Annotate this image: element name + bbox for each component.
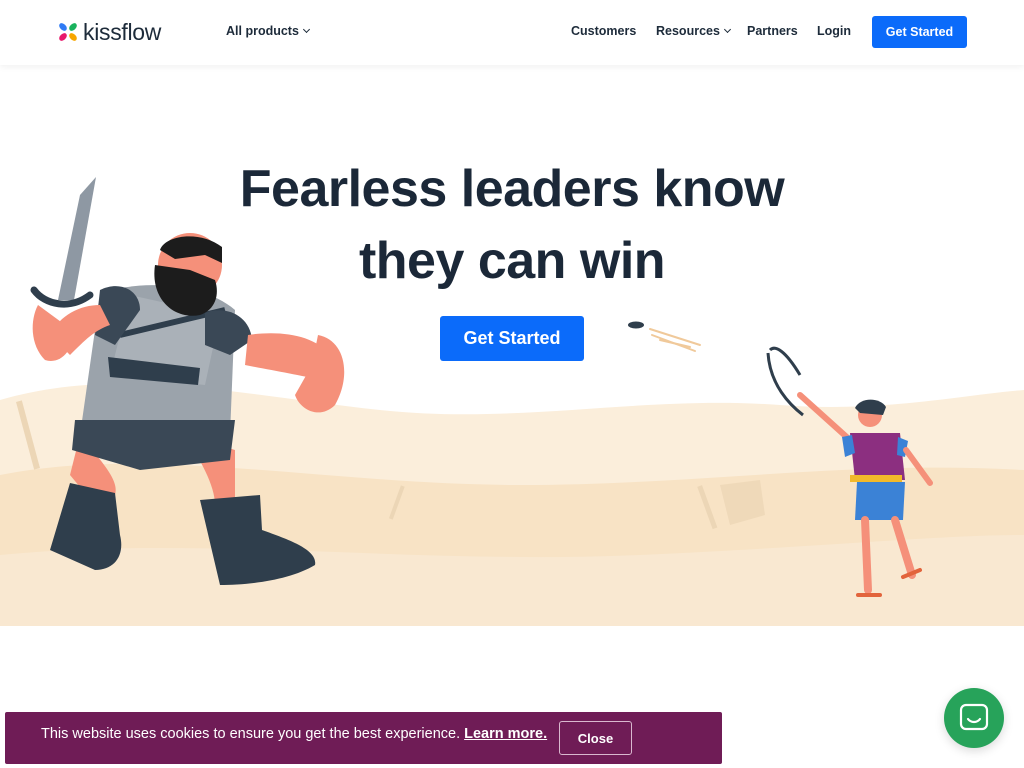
kissflow-logo-icon xyxy=(59,23,77,41)
chevron-down-icon xyxy=(302,25,310,34)
cookie-message-text: This website uses cookies to ensure you … xyxy=(41,726,461,742)
nav-partners[interactable]: Partners xyxy=(747,24,798,38)
top-navigation: kissflow All products Customers Resource… xyxy=(0,0,1024,65)
nav-get-started-button[interactable]: Get Started xyxy=(872,16,967,48)
hero-get-started-button[interactable]: Get Started xyxy=(440,316,584,361)
chat-icon xyxy=(959,703,989,731)
nav-resources-label: Resources xyxy=(656,24,720,38)
nav-resources[interactable]: Resources xyxy=(656,24,731,38)
chat-launcher-button[interactable] xyxy=(944,688,1004,748)
brand-name: kissflow xyxy=(83,18,162,45)
nav-all-products-label: All products xyxy=(226,24,299,38)
chevron-down-icon xyxy=(723,25,731,34)
hero-section: Fearless leaders know they can win Get S… xyxy=(0,65,1024,626)
sling-stone xyxy=(628,321,701,352)
nav-login[interactable]: Login xyxy=(817,24,851,38)
hero-title: Fearless leaders know they can win xyxy=(212,153,812,297)
cookie-close-button[interactable]: Close xyxy=(559,721,632,755)
hero-title-line-1: Fearless leaders know xyxy=(239,160,785,218)
nav-customers[interactable]: Customers xyxy=(571,24,636,38)
cookie-learn-more-link[interactable]: Learn more. xyxy=(464,726,547,742)
nav-all-products[interactable]: All products xyxy=(226,24,310,38)
hero-title-line-2: they can win xyxy=(358,232,666,290)
kissflow-logo[interactable]: kissflow xyxy=(57,19,161,45)
cookie-message: This website uses cookies to ensure you … xyxy=(41,726,547,742)
cookie-banner: This website uses cookies to ensure you … xyxy=(5,712,722,764)
